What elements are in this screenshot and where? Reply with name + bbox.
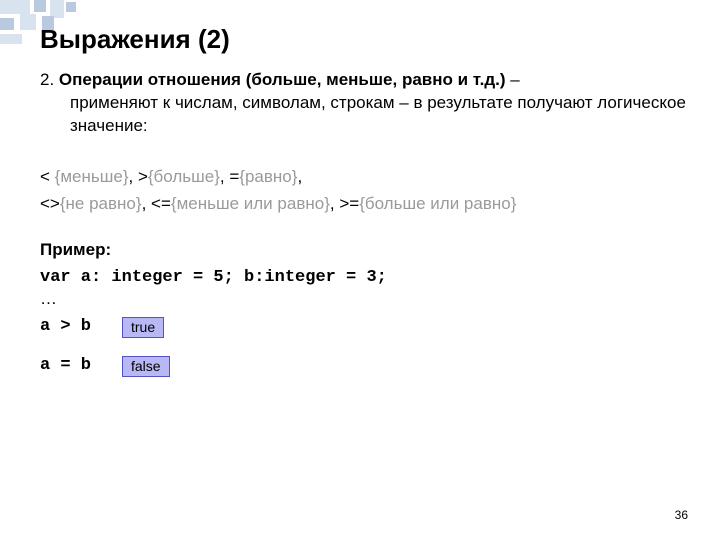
intro-number: 2.	[40, 70, 54, 89]
operators-line-1: < {меньше}, >{больше}, ={равно},	[40, 164, 690, 190]
slide-title: Выражения (2)	[40, 24, 690, 55]
slide-content: Выражения (2) 2. Операции отношения (бол…	[40, 24, 690, 395]
intro-tail-start: –	[506, 70, 520, 89]
expr-1: a > b	[40, 317, 100, 337]
example-label: Пример:	[40, 239, 690, 262]
operators-line-2: <>{не равно}, <={меньше или равно}, >={б…	[40, 191, 690, 217]
intro-bold: Операции отношения (больше, меньше, равн…	[54, 70, 505, 89]
result-badge-true: true	[122, 317, 164, 338]
example-row-2: a = b false	[40, 356, 690, 377]
page-number: 36	[675, 508, 688, 522]
result-badge-false: false	[122, 356, 170, 377]
ellipsis: …	[40, 288, 690, 311]
example-row-1: a > b true	[40, 317, 690, 338]
expr-2: a = b	[40, 356, 100, 376]
code-declaration: var a: integer = 5; b:integer = 3;	[40, 268, 690, 288]
intro-tail-rest: применяют к числам, символам, строкам – …	[40, 92, 690, 138]
intro-paragraph: 2. Операции отношения (больше, меньше, р…	[40, 69, 690, 138]
